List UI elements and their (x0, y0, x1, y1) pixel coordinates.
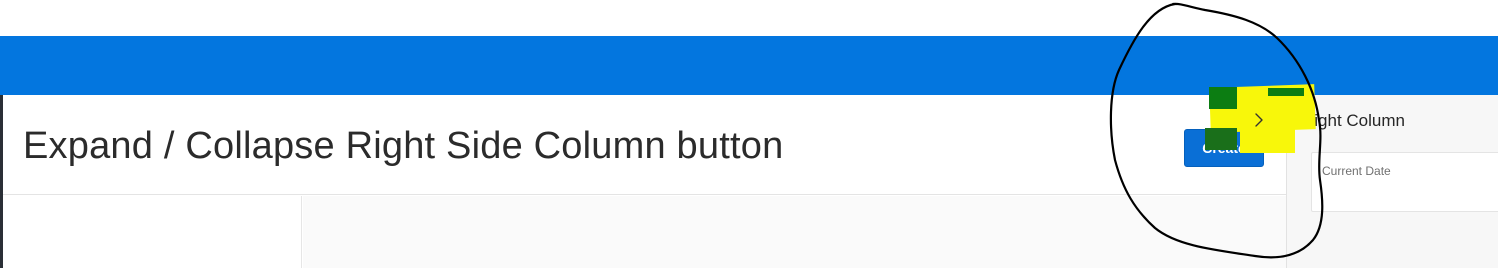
main-body-area (303, 196, 1286, 268)
current-date-label: Current Date (1322, 164, 1391, 178)
highlight-mark (1209, 87, 1237, 109)
current-date-region: Current Date (1311, 152, 1498, 212)
page-title: Expand / Collapse Right Side Column butt… (23, 125, 784, 167)
highlight-mark (1205, 128, 1237, 150)
left-body-column (3, 196, 302, 268)
app-page: Expand / Collapse Right Side Column butt… (0, 0, 1498, 268)
highlight-mark (1268, 88, 1304, 96)
chevron-right-icon (1255, 113, 1263, 127)
right-column-title: Right Column (1302, 111, 1405, 130)
hero-region: Expand / Collapse Right Side Column butt… (3, 95, 1286, 195)
expand-collapse-right-column-button[interactable] (1240, 103, 1278, 137)
right-side-column: Right Column Current Date (1286, 95, 1498, 268)
